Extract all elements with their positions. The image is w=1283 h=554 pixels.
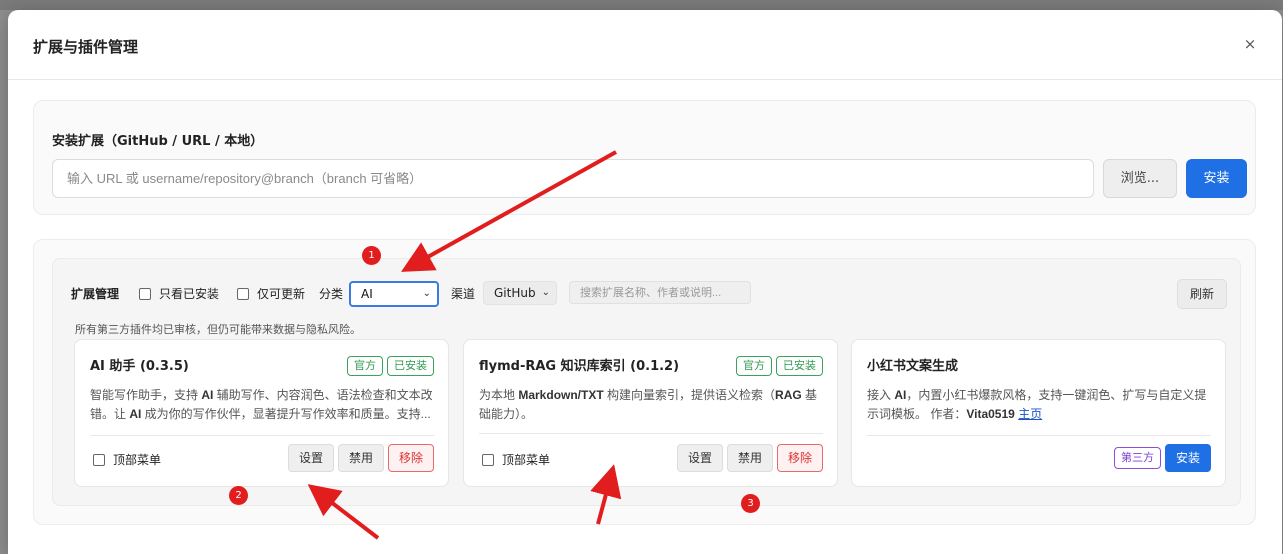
chevron-down-icon: ⌄ [541,287,550,298]
card-divider [479,433,823,434]
manage-section: 扩展管理 只看已安装 仅可更新 分类 AI ⌄ 渠道 GitHub ⌄ 搜索扩展… [33,239,1256,525]
updatable-filter[interactable]: 仅可更新 [237,281,305,307]
manage-toolbar: 扩展管理 只看已安装 仅可更新 分类 AI ⌄ 渠道 GitHub ⌄ 搜索扩展… [71,279,1231,309]
chevron-down-icon: ⌄ [422,288,431,299]
installed-badge: 已安装 [387,356,434,376]
annotation-marker-1: 1 [362,246,381,265]
card-actions: 设置 禁用 移除 [673,444,823,472]
install-url-input[interactable] [52,159,1094,198]
card-actions: 第三方 安装 [1110,444,1211,472]
modal-header: 扩展与插件管理 × [8,10,1282,80]
extension-card-ai-assistant: AI 助手 (0.3.5) 官方 已安装 智能写作助手，支持 AI 辅助写作、内容… [74,339,449,487]
top-menu-checkbox[interactable] [482,454,494,466]
top-menu-label: 顶部菜单 [113,453,162,467]
official-badge: 官方 [347,356,383,376]
disable-button[interactable]: 禁用 [337,444,384,472]
extension-search-input[interactable] [569,281,751,304]
category-select[interactable]: AI ⌄ [349,281,439,307]
top-menu-toggle[interactable]: 顶部菜单 [482,451,550,468]
refresh-button[interactable]: 刷新 [1177,279,1227,309]
top-menu-label: 顶部菜单 [502,453,551,467]
updatable-checkbox[interactable] [237,288,249,300]
top-menu-toggle[interactable]: 顶部菜单 [93,451,161,468]
third-party-badge: 第三方 [1113,447,1161,469]
card-description: 接入 AI，内置小红书爆款风格，支持一键润色、扩写与自定义提示词模板。 作者：V… [867,388,1207,421]
card-description: 为本地 Markdown/TXT 构建向量索引，提供语义检索（RAG 基础能力）… [479,388,818,421]
card-title: flymd-RAG 知识库索引 (0.1.2) [479,359,680,374]
extensions-modal: 扩展与插件管理 × 安装扩展（GitHub / URL / 本地） 浏览... … [8,10,1282,554]
only-installed-checkbox[interactable] [139,288,151,300]
risk-notice: 所有第三方插件均已审核，但仍可能带来数据与隐私风险。 [75,323,361,336]
card-actions: 设置 禁用 移除 [284,444,434,472]
annotation-marker-3: 3 [741,494,760,513]
card-title: 小红书文案生成 [867,359,959,374]
card-badges: 官方 已安装 [732,354,823,376]
browse-button[interactable]: 浏览... [1103,159,1177,198]
channel-select[interactable]: GitHub ⌄ [483,281,557,305]
only-installed-filter[interactable]: 只看已安装 [139,281,219,307]
install-section: 安装扩展（GitHub / URL / 本地） 浏览... 安装 [33,100,1256,215]
settings-button[interactable]: 设置 [287,444,334,472]
extension-card-flymd-rag: flymd-RAG 知识库索引 (0.1.2) 官方 已安装 为本地 Markdo… [463,339,838,487]
backdrop [0,0,1283,10]
disable-button[interactable]: 禁用 [726,444,773,472]
card-badges: 官方 已安装 [343,354,434,376]
card-divider [867,435,1211,436]
card-install-button[interactable]: 安装 [1164,444,1211,472]
only-installed-label: 只看已安装 [159,287,220,301]
remove-button[interactable]: 移除 [776,444,823,472]
install-section-title: 安装扩展（GitHub / URL / 本地） [52,134,264,149]
top-menu-checkbox[interactable] [93,454,105,466]
manage-title: 扩展管理 [71,287,120,301]
manage-panel: 扩展管理 只看已安装 仅可更新 分类 AI ⌄ 渠道 GitHub ⌄ 搜索扩展… [52,258,1241,506]
modal-title: 扩展与插件管理 [33,38,139,56]
updatable-label: 仅可更新 [257,287,306,301]
official-badge: 官方 [736,356,772,376]
category-label: 分类 [319,287,344,301]
close-icon[interactable]: × [1240,34,1260,54]
annotation-marker-2: 2 [229,486,248,505]
homepage-link[interactable]: 主页 [1018,407,1042,421]
install-button[interactable]: 安装 [1186,159,1247,198]
extension-card-xiaohongshu: 小红书文案生成 接入 AI，内置小红书爆款风格，支持一键润色、扩写与自定义提示词… [851,339,1226,487]
remove-button[interactable]: 移除 [387,444,434,472]
channel-select-value: GitHub [494,286,536,300]
channel-label: 渠道 [451,287,476,301]
category-select-value: AI [361,287,373,301]
card-divider [90,435,434,436]
installed-badge: 已安装 [776,356,823,376]
card-description: 智能写作助手，支持 AI 辅助写作、内容润色、语法检查和文本改错。让 AI 成为… [90,388,433,421]
settings-button[interactable]: 设置 [676,444,723,472]
card-title: AI 助手 (0.3.5) [90,359,189,374]
